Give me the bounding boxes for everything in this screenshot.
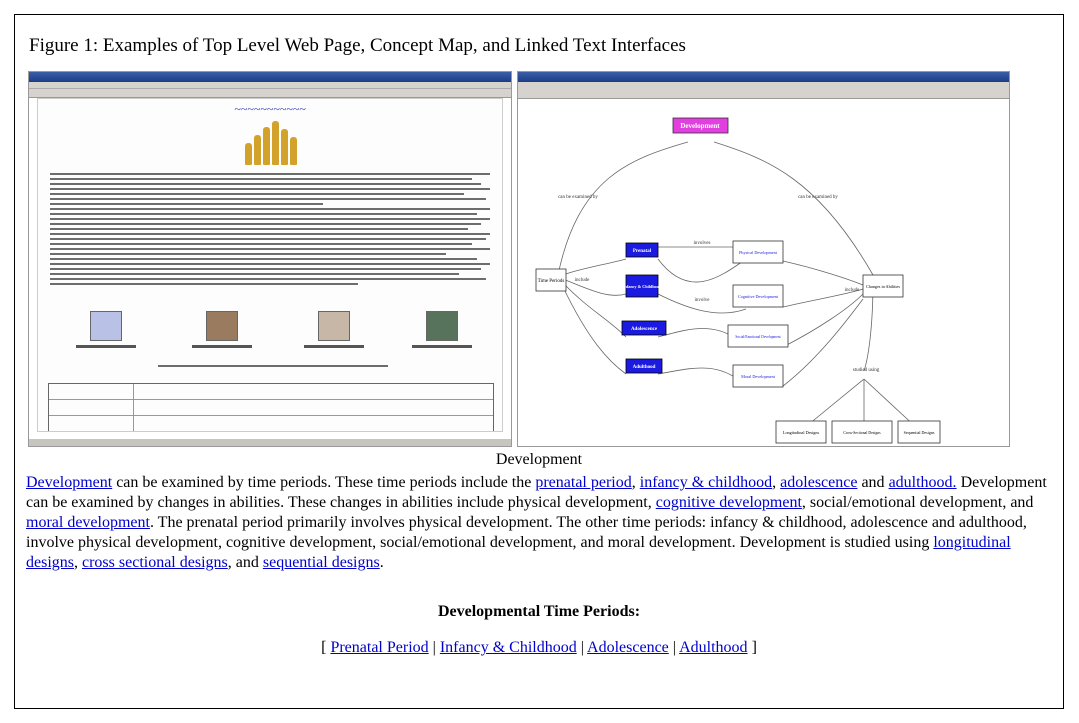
- link-label: can be examined by: [558, 195, 598, 200]
- concept-node-label: Infancy & Childhood: [623, 284, 662, 289]
- photo-label: [76, 345, 136, 348]
- linked-text-heading: Development: [495, 451, 583, 468]
- people-silhouette-icon: [243, 121, 303, 165]
- text-link[interactable]: moral development: [26, 514, 150, 531]
- nav-punctuation: |: [428, 639, 440, 656]
- text-link[interactable]: cross sectional designs: [82, 554, 228, 571]
- adolescence-photo: [318, 311, 350, 341]
- cmap-menu-bar: [518, 82, 1009, 89]
- adulthood-photo: [426, 311, 458, 341]
- concept-node-label: Cognitive Development: [738, 294, 779, 299]
- infancy-photo: [206, 311, 238, 341]
- nav-link-adolescence[interactable]: Adolescence: [587, 639, 669, 656]
- concept-node-label: Adulthood: [633, 365, 656, 370]
- link-label: include: [845, 288, 860, 293]
- text-link[interactable]: adolescence: [780, 474, 857, 491]
- link-label: can be examined by: [798, 195, 838, 200]
- text-link[interactable]: adulthood.: [889, 474, 957, 491]
- text-segment: , and: [227, 554, 263, 571]
- web-page-text-block: [50, 173, 490, 288]
- text-link[interactable]: prenatal period: [535, 474, 631, 491]
- photo-label: [192, 345, 252, 348]
- text-segment: . The prenatal period primarily involves…: [26, 514, 1027, 551]
- text-segment: .: [379, 554, 384, 571]
- designs-table: [48, 383, 494, 431]
- table-title-line: [158, 365, 388, 370]
- concept-node-label: Longitudinal Designs: [783, 430, 820, 435]
- concept-map: can be examined by can be examined by in…: [535, 117, 941, 444]
- text-link[interactable]: infancy & childhood: [640, 474, 772, 491]
- prenatal-photo: [90, 311, 122, 341]
- nav-link-infancy-childhood[interactable]: Infancy & Childhood: [440, 639, 577, 656]
- link-label: involve: [695, 298, 711, 303]
- link-label: involves: [694, 241, 711, 246]
- linked-text-paragraph: Development can be examined by time peri…: [26, 473, 1056, 573]
- concept-node-label: Prenatal: [633, 249, 652, 254]
- concept-node-label: Changes in Abilities: [866, 284, 900, 289]
- photo-label: [412, 345, 472, 348]
- nav-punctuation: |: [668, 639, 680, 656]
- windows-taskbar: [29, 438, 511, 446]
- browser-menu-bar: [29, 82, 511, 89]
- text-link[interactable]: cognitive development: [656, 494, 802, 511]
- web-page-heading: ~~~~~~~~~~~: [234, 102, 306, 116]
- nav-punctuation: ]: [747, 639, 757, 656]
- browser-title-bar: [29, 72, 511, 82]
- concept-node-label: Adolescence: [631, 327, 658, 332]
- cmap-title-bar: [518, 72, 1009, 82]
- browser-toolbar: [29, 89, 511, 98]
- nav-link-adulthood[interactable]: Adulthood: [679, 639, 747, 656]
- web-page-screenshot: ~~~~~~~~~~~: [28, 71, 512, 447]
- concept-node-label: Sequential Designs: [904, 430, 935, 435]
- table-row: [49, 384, 493, 400]
- concept-node-label: Cross-Sectional Designs: [843, 431, 881, 435]
- figure-frame: Figure 1: Examples of Top Level Web Page…: [14, 14, 1064, 709]
- text-segment: and: [857, 474, 889, 491]
- time-periods-nav: [ Prenatal Period | Infancy & Childhood …: [15, 639, 1063, 657]
- concept-node-label: Physical Development: [739, 250, 778, 255]
- concept-node-label: Development: [680, 122, 720, 130]
- text-segment: , social/emotional development, and: [801, 494, 1034, 511]
- table-row: [49, 416, 493, 431]
- text-segment: can be examined by time periods. These t…: [112, 474, 536, 491]
- cmap-toolbar: [518, 89, 1009, 99]
- text-segment: ,: [631, 474, 640, 491]
- figure-caption: Figure 1: Examples of Top Level Web Page…: [29, 35, 686, 56]
- text-segment: ,: [772, 474, 781, 491]
- link-label: studied using: [853, 368, 880, 373]
- concept-node-label: Social/Emotional Development: [735, 335, 780, 339]
- table-row: [49, 400, 493, 416]
- nav-link-prenatal-period[interactable]: Prenatal Period: [330, 639, 428, 656]
- nav-punctuation: |: [576, 639, 588, 656]
- browser-page: ~~~~~~~~~~~: [37, 98, 503, 432]
- time-periods-heading: Developmental Time Periods:: [437, 603, 641, 620]
- text-link[interactable]: Development: [26, 474, 112, 491]
- concept-map-screenshot: can be examined by can be examined by in…: [517, 71, 1010, 447]
- text-link[interactable]: sequential designs: [263, 554, 380, 571]
- photo-label: [304, 345, 364, 348]
- concept-node-label: Time Periods: [538, 279, 565, 284]
- text-segment: ,: [74, 554, 82, 571]
- link-label: include: [575, 278, 590, 283]
- concept-node-label: Moral Development: [741, 374, 776, 379]
